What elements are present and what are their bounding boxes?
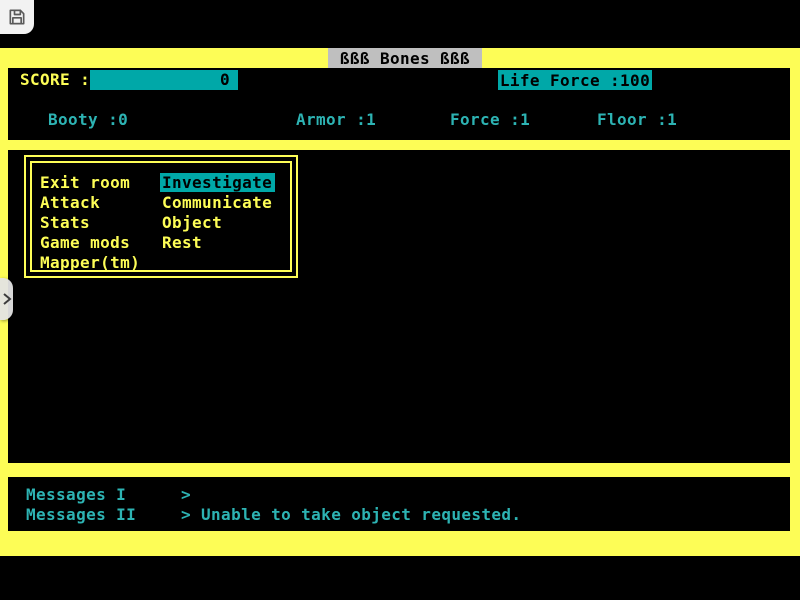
menu-item-communicate[interactable]: Communicate [162,193,275,213]
message-label: Messages II [26,505,181,525]
menu-item-object[interactable]: Object [162,213,275,233]
menu-item-stats[interactable]: Stats [40,213,140,233]
command-menu-left-column: Exit room Attack Stats Game mods Mapper(… [40,173,140,273]
command-menu-right-column: Investigate Communicate Object Rest [162,173,275,253]
menu-item-exit-room[interactable]: Exit room [40,173,140,193]
message-text: > Unable to take object requested. [181,505,521,524]
sidebar-expand-handle[interactable] [0,278,13,320]
game-title: ßßß Bones ßßß [328,48,482,68]
save-button[interactable] [0,0,34,34]
score-bar: 0 [90,70,238,90]
menu-item-game-mods[interactable]: Game mods [40,233,140,253]
message-label: Messages I [26,485,181,505]
message-text: > [181,485,191,504]
stat-armor: Armor :1 [296,110,376,130]
status-panel: SCORE : 0 Life Force :100 Booty :0 Armor… [8,68,790,140]
menu-item-mapper[interactable]: Mapper(tm) [40,253,140,273]
life-force-badge: Life Force :100 [498,70,652,90]
selected-menu-item[interactable]: Investigate [160,173,275,192]
message-row: Messages I> [26,485,191,505]
menu-item-investigate[interactable]: Investigate [162,173,275,193]
messages-panel: Messages I> Messages II> Unable to take … [8,477,790,531]
stat-floor: Floor :1 [597,110,677,130]
menu-item-rest[interactable]: Rest [162,233,275,253]
game-screen: ßßß Bones ßßß SCORE : 0 Life Force :100 … [0,0,800,600]
stat-force: Force :1 [450,110,530,130]
message-row: Messages II> Unable to take object reque… [26,505,521,525]
chevron-right-icon [2,293,12,305]
command-menu: Exit room Attack Stats Game mods Mapper(… [24,155,298,278]
floppy-disk-icon [7,7,27,27]
stat-booty: Booty :0 [48,110,128,130]
main-panel: Exit room Attack Stats Game mods Mapper(… [8,150,790,463]
menu-item-attack[interactable]: Attack [40,193,140,213]
score-label: SCORE : [20,70,90,90]
